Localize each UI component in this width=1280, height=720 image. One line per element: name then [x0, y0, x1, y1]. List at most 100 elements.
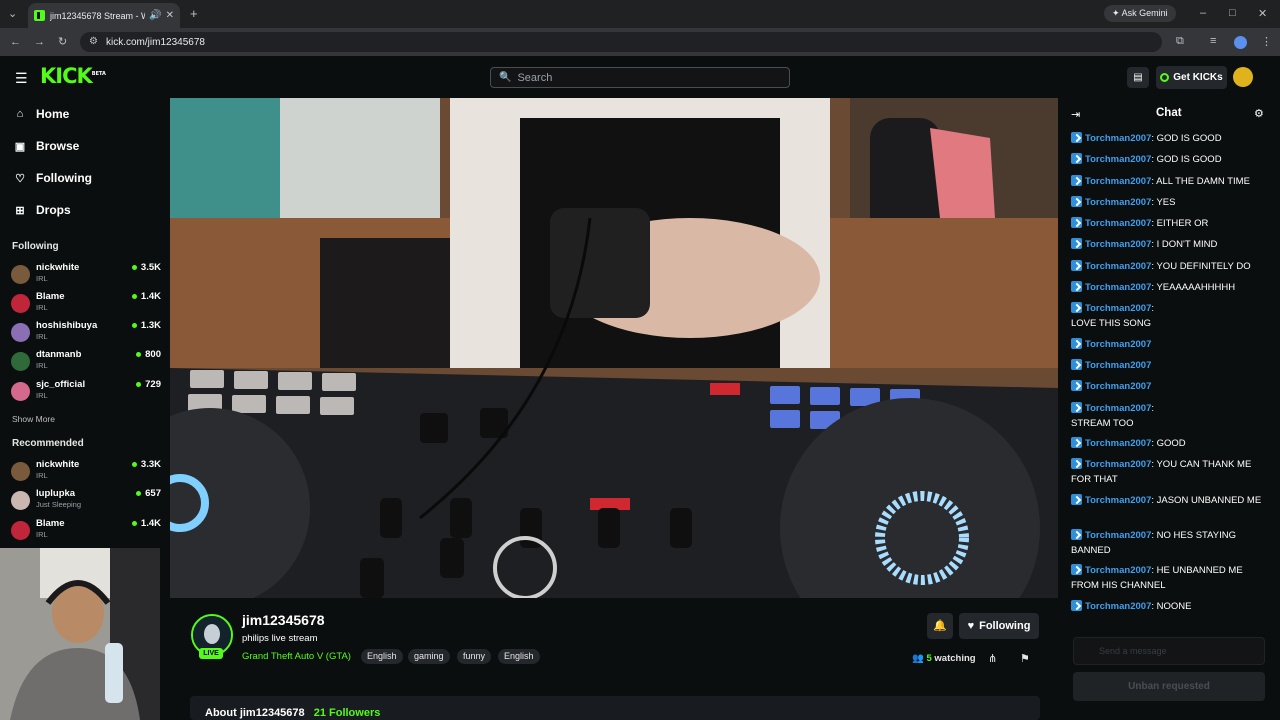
chat-message[interactable]: Torchman2007: I DON'T MIND: [1071, 238, 1271, 253]
site-info-icon[interactable]: ⚙: [89, 36, 98, 47]
verified-badge-icon: [1071, 529, 1082, 540]
chat-username[interactable]: Torchman2007: [1085, 133, 1151, 144]
chat-username[interactable]: Torchman2007: [1085, 261, 1151, 272]
browser-tab-bar: ⌄ jim12345678 Stream - Wat 🔊 ✕ + ✦ Ask G…: [0, 0, 1280, 28]
share-icon[interactable]: ⋔: [988, 652, 997, 665]
channel-name[interactable]: jim12345678: [242, 612, 325, 628]
chat-username[interactable]: Torchman2007: [1085, 495, 1151, 506]
chat-username[interactable]: Torchman2007: [1085, 197, 1151, 208]
chat-username[interactable]: Torchman2007: [1085, 339, 1151, 350]
back-icon[interactable]: ←: [10, 36, 21, 48]
channel-category: IRL: [36, 361, 48, 370]
new-tab-icon[interactable]: +: [190, 6, 198, 21]
report-icon[interactable]: ⚑: [1020, 652, 1030, 665]
sidebar-recommended-nickwhite[interactable]: nickwhite IRL 3.3K: [11, 459, 161, 485]
address-bar[interactable]: ⚙ kick.com/jim12345678: [80, 32, 1162, 52]
profile-avatar[interactable]: [1234, 36, 1247, 49]
chat-message[interactable]: Torchman2007: STREAM TOO: [1071, 402, 1157, 431]
chat-message[interactable]: Torchman2007: YEAAAAAHHHHH: [1071, 281, 1271, 296]
chat-username[interactable]: Torchman2007: [1085, 565, 1151, 576]
sidebar-channel-nickwhite[interactable]: nickwhite IRL 3.5K: [11, 262, 161, 288]
tag-english-2[interactable]: English: [498, 649, 540, 664]
search-input[interactable]: 🔍 Search: [490, 67, 790, 88]
stream-category-link[interactable]: Grand Theft Auto V (GTA): [242, 651, 351, 662]
forward-icon[interactable]: →: [34, 36, 45, 48]
kick-logo[interactable]: KICKBETA: [40, 64, 106, 88]
extensions-icon[interactable]: ⧉: [1176, 35, 1184, 48]
chat-message[interactable]: Torchman2007: GOOD: [1071, 437, 1271, 452]
chat-message[interactable]: Torchman2007: ALL THE DAMN TIME: [1071, 175, 1271, 190]
chat-message[interactable]: Torchman2007: [1071, 359, 1157, 374]
chat-text: : EITHER OR: [1151, 218, 1209, 229]
nav-home[interactable]: ⌂ Home: [14, 107, 70, 121]
get-kicks-button[interactable]: Get KICKs: [1156, 66, 1227, 89]
minimize-icon[interactable]: –: [1200, 7, 1206, 19]
nav-browse[interactable]: ▣ Browse: [14, 139, 80, 153]
nav-label: Drops: [36, 203, 71, 217]
tag-english[interactable]: English: [361, 649, 403, 664]
chat-message[interactable]: Torchman2007: [1071, 338, 1157, 353]
show-more-link[interactable]: Show More: [12, 414, 55, 424]
chat-message[interactable]: Torchman2007: GOD IS GOOD: [1071, 132, 1271, 147]
sidebar-recommended-blame[interactable]: Blame IRL 1.4K: [11, 518, 161, 544]
browser-menu-icon[interactable]: ⋮: [1261, 35, 1272, 48]
verified-badge-icon: [1071, 564, 1082, 575]
chat-message[interactable]: Torchman2007: YOU DEFINITELY DO: [1071, 260, 1271, 275]
channel-category: IRL: [36, 274, 48, 283]
chat-message[interactable]: Torchman2007: GOD IS GOOD: [1071, 153, 1271, 168]
chat-message[interactable]: Torchman2007: [1071, 380, 1157, 395]
chat-message[interactable]: Torchman2007: NOONE: [1071, 600, 1271, 615]
chat-username[interactable]: Torchman2007: [1085, 601, 1151, 612]
chat-username[interactable]: Torchman2007: [1085, 381, 1151, 392]
chat-username[interactable]: Torchman2007: [1085, 403, 1151, 414]
chat-username[interactable]: Torchman2007: [1085, 303, 1151, 314]
chat-username[interactable]: Torchman2007: [1085, 176, 1151, 187]
reload-icon[interactable]: ↻: [58, 35, 67, 48]
chat-username[interactable]: Torchman2007: [1085, 218, 1151, 229]
chat-message[interactable]: Torchman2007: HE UNBANNED ME FROM HIS CH…: [1071, 564, 1271, 593]
chat-users-icon[interactable]: ⚙: [1254, 107, 1264, 120]
chat-username[interactable]: Torchman2007: [1085, 282, 1151, 293]
tab-search-icon[interactable]: ⌄: [8, 7, 17, 20]
chat-username[interactable]: Torchman2007: [1085, 530, 1151, 541]
verified-badge-icon: [1071, 338, 1082, 349]
following-button[interactable]: ♥ Following: [959, 613, 1039, 639]
sidebar-channel-dtanmanb[interactable]: dtanmanb IRL 800: [11, 349, 161, 375]
sidebar-recommended-luplupka[interactable]: luplupka Just Sleeping 657: [11, 488, 161, 514]
tag-funny[interactable]: funny: [457, 649, 492, 664]
sidebar-channel-sjc-official[interactable]: sjc_official IRL 729: [11, 379, 161, 405]
chat-message[interactable]: Torchman2007: YOU CAN THANK ME FOR THAT: [1071, 458, 1271, 487]
video-player[interactable]: [170, 98, 1058, 598]
chat-message[interactable]: Torchman2007: JASON UNBANNED ME: [1071, 494, 1271, 509]
sidebar-channel-hoshishibuya[interactable]: hoshishibuya IRL 1.3K: [11, 320, 161, 346]
chat-username[interactable]: Torchman2007: [1085, 438, 1151, 449]
chat-message[interactable]: Torchman2007: EITHER OR: [1071, 217, 1271, 232]
user-avatar[interactable]: [1233, 67, 1253, 87]
viewer-count: 657: [136, 488, 161, 499]
layout-icon[interactable]: ▤: [1127, 67, 1149, 88]
sidebar-channel-blame[interactable]: Blame IRL 1.4K: [11, 291, 161, 317]
tag-gaming[interactable]: gaming: [408, 649, 450, 664]
viewer-count: 3.3K: [132, 459, 161, 470]
chat-username[interactable]: Torchman2007: [1085, 459, 1151, 470]
nav-following[interactable]: ♡ Following: [14, 171, 92, 185]
ask-gemini-button[interactable]: ✦ Ask Gemini: [1104, 5, 1176, 22]
speaker-icon[interactable]: 🔊: [149, 10, 161, 21]
close-tab-icon[interactable]: ✕: [166, 10, 174, 21]
notification-bell-button[interactable]: 🔔: [927, 613, 953, 639]
chat-text: : GOD IS GOOD: [1151, 154, 1222, 165]
chat-username[interactable]: Torchman2007: [1085, 154, 1151, 165]
chat-input[interactable]: Send a message: [1073, 637, 1265, 665]
close-window-icon[interactable]: ✕: [1258, 7, 1267, 20]
menu-icon[interactable]: ☰: [15, 70, 28, 87]
chat-username[interactable]: Torchman2007: [1085, 360, 1151, 371]
chat-username[interactable]: Torchman2007: [1085, 239, 1151, 250]
chat-message[interactable]: Torchman2007: NO HES STAYING BANNED: [1071, 529, 1271, 558]
chat-message[interactable]: Torchman2007: YES: [1071, 196, 1271, 211]
maximize-icon[interactable]: □: [1229, 7, 1236, 19]
media-control-icon[interactable]: ≡: [1210, 35, 1216, 47]
browser-tab[interactable]: jim12345678 Stream - Wat 🔊 ✕: [28, 3, 180, 28]
collapse-chat-icon[interactable]: ⇥: [1071, 108, 1080, 121]
chat-message[interactable]: Torchman2007: LOVE THIS SONG: [1071, 302, 1157, 331]
nav-drops[interactable]: ⊞ Drops: [14, 203, 71, 217]
